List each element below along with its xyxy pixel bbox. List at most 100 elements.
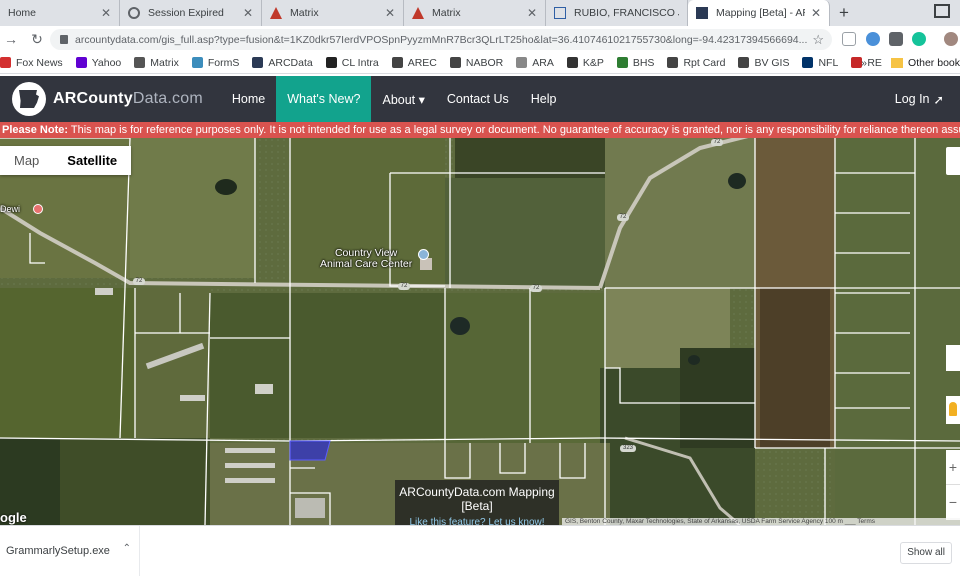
bookmark-item[interactable]: BHS	[616, 57, 654, 69]
bookmark-label: NFL	[818, 56, 839, 69]
address-bar[interactable]: arcountydata.com/gis_full.asp?type=fusio…	[50, 29, 832, 50]
bookmark-label: FormS	[207, 56, 240, 69]
bookmark-item[interactable]: Matrix	[134, 57, 179, 69]
bookmark-item[interactable]: NFL	[802, 57, 838, 69]
pet-poi-icon[interactable]	[418, 249, 429, 260]
map-canvas[interactable]: Map Satellite Dewi Country View Animal C…	[0, 138, 960, 525]
bookmark-favicon-icon	[516, 57, 528, 68]
road-shield: 72	[530, 285, 542, 292]
close-icon[interactable]: ✕	[243, 6, 253, 20]
lock-icon	[60, 35, 68, 44]
tab-mapping[interactable]: Mapping [Beta] - ARCo ✕	[688, 0, 830, 26]
tab-title: RUBIO, FRANCISCO JAV	[574, 7, 679, 19]
download-item[interactable]: GrammarlySetup.exe ⌃	[0, 526, 140, 576]
bookmark-item[interactable]: ARA	[516, 57, 554, 69]
tab-rubio[interactable]: RUBIO, FRANCISCO JAV	[546, 0, 688, 26]
nav-contact[interactable]: Contact Us	[436, 76, 520, 122]
bookmarks-overflow-button[interactable]: »	[861, 57, 867, 69]
tab-home[interactable]: Home ✕	[0, 0, 120, 26]
restore-window-icon[interactable]	[934, 4, 950, 18]
bookmark-item[interactable]: CL Intra	[325, 56, 379, 69]
bookmark-favicon-icon	[391, 57, 403, 68]
tab-matrix-2[interactable]: Matrix ✕	[404, 0, 546, 26]
satellite-imagery	[0, 138, 960, 525]
bookmark-label: ARCData	[268, 56, 313, 69]
google-logo: ogle	[0, 510, 27, 525]
road-shield: 72	[133, 278, 145, 285]
bookmark-item[interactable]: Fox News	[0, 57, 63, 69]
tab-title: Mapping [Beta] - ARCo	[716, 7, 805, 19]
zoom-in-button[interactable]: +	[946, 450, 960, 485]
close-icon[interactable]: ✕	[101, 6, 111, 20]
tab-session-expired[interactable]: Session Expired ✕	[120, 0, 262, 26]
extension-icon[interactable]	[889, 32, 903, 46]
bookmark-item[interactable]: Rpt Card	[667, 57, 725, 69]
bookmark-favicon-icon	[325, 57, 337, 68]
show-all-button[interactable]: Show all	[900, 542, 952, 564]
bookmark-favicon-icon	[75, 57, 87, 68]
disclaimer-banner: Please Note: This map is for reference p…	[0, 122, 960, 138]
bookmark-favicon-icon	[802, 57, 814, 68]
cloud-extension-icon[interactable]	[866, 32, 880, 46]
bookmark-label: CL Intra	[341, 56, 379, 69]
matrix-icon	[270, 7, 282, 19]
forward-icon[interactable]: →	[0, 31, 22, 47]
road-shield: 72	[711, 139, 723, 146]
nav-about[interactable]: About ▾	[371, 76, 435, 122]
bookmark-item[interactable]: FormS	[191, 56, 240, 69]
bookmark-item[interactable]: ARCData	[252, 56, 313, 69]
document-icon	[554, 7, 566, 19]
bookmark-label: K&P	[582, 56, 604, 69]
bookmark-label: NABOR	[465, 56, 504, 69]
pegman-icon[interactable]	[946, 396, 960, 424]
login-link[interactable]: Log In ➚	[895, 76, 944, 122]
overlay-subtitle: [Beta]	[461, 499, 493, 513]
bookmark-item[interactable]: Yahoo	[75, 57, 121, 69]
feedback-link[interactable]: Like this feature? Let us know!	[395, 516, 559, 525]
selected-parcel[interactable]	[289, 440, 331, 461]
download-shelf: GrammarlySetup.exe ⌃ Show all	[0, 525, 960, 576]
bookmark-item[interactable]: AREC	[391, 56, 437, 69]
zoom-control[interactable]: + −	[946, 450, 960, 520]
bookmark-label: ARA	[532, 56, 554, 69]
browser-toolbar: → ↻ arcountydata.com/gis_full.asp?type=f…	[0, 26, 960, 52]
bookmark-label: AREC	[407, 56, 437, 69]
nav-home[interactable]: Home	[221, 76, 276, 122]
url-text: arcountydata.com/gis_full.asp?type=fusio…	[75, 33, 808, 46]
site-logo[interactable]: ARCountyData.com	[12, 82, 203, 116]
grammarly-icon[interactable]	[912, 32, 926, 46]
bookmark-favicon-icon	[0, 57, 11, 68]
star-icon[interactable]: ☆	[812, 32, 824, 48]
globe-icon	[128, 7, 140, 19]
bookmark-item[interactable]: K&P	[566, 56, 604, 69]
map-type-satellite[interactable]: Satellite	[53, 146, 131, 175]
profile-avatar[interactable]	[944, 32, 958, 46]
bookmark-item[interactable]: BV GIS	[738, 57, 789, 69]
bookmark-label: Matrix	[150, 56, 179, 69]
other-bookmarks[interactable]: Other book	[885, 52, 960, 73]
close-icon[interactable]: ✕	[385, 6, 395, 20]
mapping-beta-box: ARCountyData.com Mapping [Beta] Like thi…	[395, 480, 559, 525]
nav-whats-new[interactable]: What's New?	[276, 76, 372, 122]
bookmark-item[interactable]: NABOR	[449, 56, 504, 69]
fullscreen-button[interactable]	[946, 147, 960, 175]
map-type-map[interactable]: Map	[0, 146, 53, 175]
reload-icon[interactable]: ↻	[26, 31, 48, 48]
nav-help[interactable]: Help	[520, 76, 568, 122]
download-filename: GrammarlySetup.exe	[6, 545, 110, 557]
tab-matrix-1[interactable]: Matrix ✕	[262, 0, 404, 26]
new-tab-button[interactable]: +	[830, 0, 858, 26]
folder-icon	[891, 58, 904, 68]
extension-icon[interactable]	[842, 32, 856, 46]
chevron-up-icon[interactable]: ⌃	[123, 543, 131, 554]
logo-text: ARCountyData.com	[53, 90, 203, 107]
tab-title: Home	[8, 7, 37, 19]
poi-pin-icon[interactable]	[33, 204, 43, 214]
other-bookmarks-label: Other book	[908, 57, 960, 69]
poi-label-country-view[interactable]: Country View Animal Care Center	[320, 248, 412, 270]
close-icon[interactable]: ✕	[811, 6, 821, 20]
zoom-out-button[interactable]: −	[946, 485, 960, 520]
tab-strip: Home ✕ Session Expired ✕ Matrix ✕ Matrix…	[0, 0, 960, 26]
map-control-button[interactable]	[946, 345, 960, 371]
close-icon[interactable]: ✕	[527, 6, 537, 20]
